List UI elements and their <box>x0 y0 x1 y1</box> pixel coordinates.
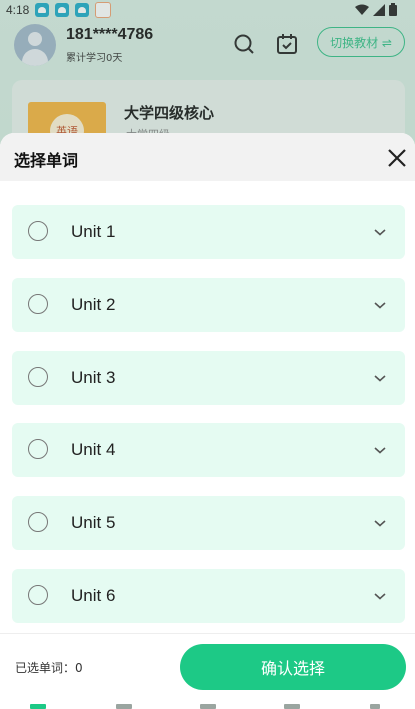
unit-label: Unit 6 <box>71 586 116 605</box>
unit-row[interactable]: Unit 5 <box>12 496 405 550</box>
confirm-button[interactable]: 确认选择 <box>180 644 406 690</box>
unit-row[interactable]: Unit 3 <box>12 351 405 405</box>
unit-radio[interactable] <box>28 439 48 459</box>
unit-label: Unit 5 <box>71 513 116 532</box>
tab-profile-icon[interactable] <box>370 704 380 709</box>
tab-home-icon[interactable] <box>30 704 46 709</box>
chevron-down-icon[interactable] <box>373 444 387 456</box>
unit-radio[interactable] <box>28 585 48 605</box>
unit-row[interactable]: Unit 4 <box>12 423 405 477</box>
tab-review-icon[interactable] <box>200 704 216 709</box>
selected-count: 已选单词：0 <box>15 661 83 675</box>
chevron-down-icon[interactable] <box>373 299 387 311</box>
tab-book-icon[interactable] <box>284 704 300 709</box>
close-icon[interactable] <box>384 145 410 171</box>
select-words-sheet: 选择单词 Unit 1 Unit 2 Unit 3 Unit 4 Unit 5 … <box>0 133 415 709</box>
unit-label: Unit 2 <box>71 295 116 314</box>
unit-radio[interactable] <box>28 512 48 532</box>
sheet-header: 选择单词 <box>0 133 415 181</box>
unit-radio[interactable] <box>28 221 48 241</box>
unit-radio[interactable] <box>28 367 48 387</box>
chevron-down-icon[interactable] <box>373 372 387 384</box>
unit-row[interactable]: Unit 1 <box>12 205 405 259</box>
chevron-down-icon[interactable] <box>373 517 387 529</box>
unit-label: Unit 4 <box>71 440 116 459</box>
chevron-down-icon[interactable] <box>373 226 387 238</box>
chevron-down-icon[interactable] <box>373 590 387 602</box>
sheet-title: 选择单词 <box>14 151 79 170</box>
unit-label: Unit 3 <box>71 368 116 387</box>
tab-words-icon[interactable] <box>116 704 132 709</box>
unit-radio[interactable] <box>28 294 48 314</box>
unit-label: Unit 1 <box>71 222 116 241</box>
unit-row[interactable]: Unit 6 <box>12 569 405 623</box>
unit-row[interactable]: Unit 2 <box>12 278 405 332</box>
bottom-tabbar-peek <box>0 704 415 709</box>
